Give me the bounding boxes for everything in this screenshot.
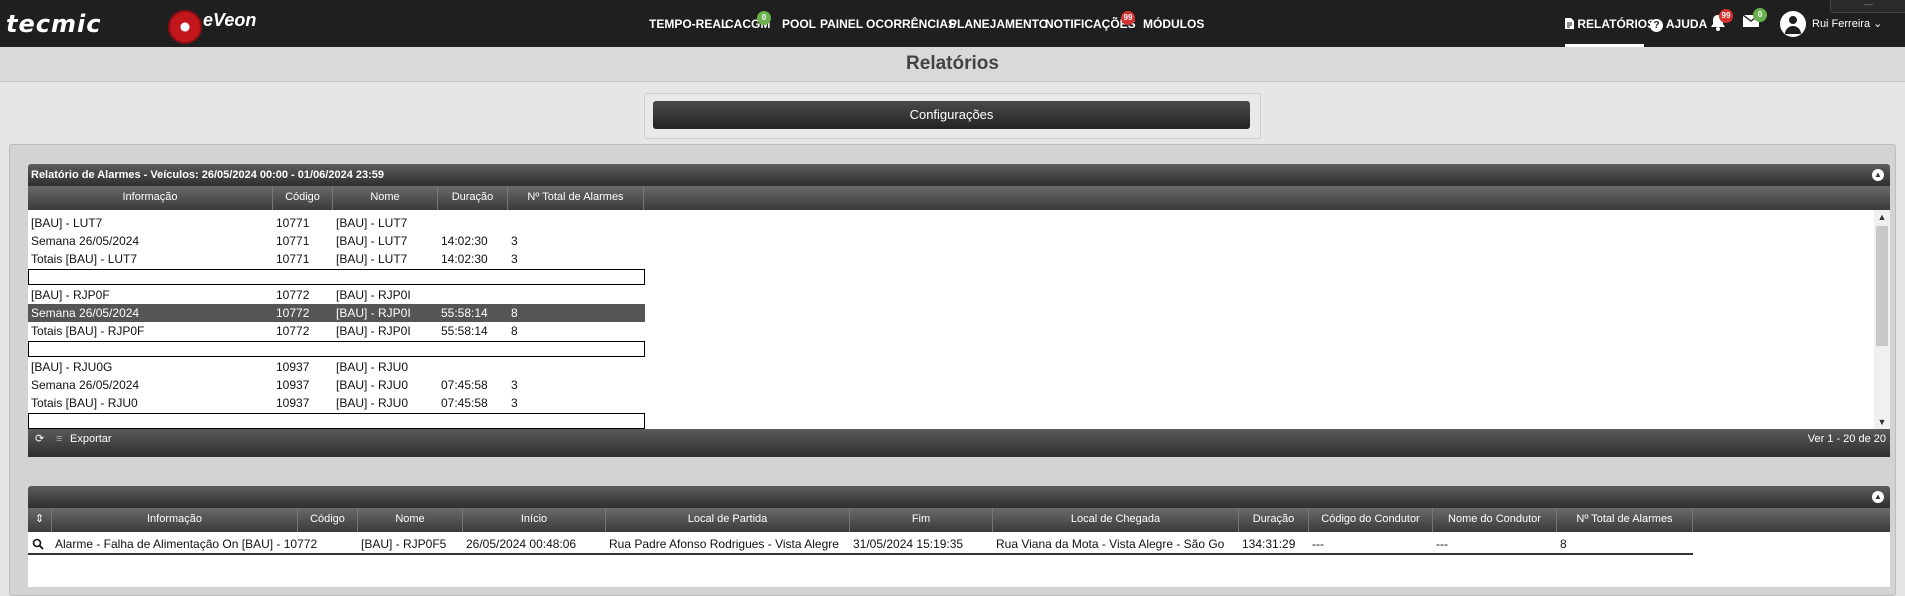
configuracoes-button[interactable]: Configurações — [653, 101, 1250, 129]
col-local-partida[interactable]: Local de Partida — [606, 508, 850, 532]
table-row[interactable]: Alarme - Falha de Alimentação On [BAU] -… — [28, 535, 1693, 555]
table-row[interactable]: Semana 26/05/2024 10937 [BAU] - RJU0 07:… — [28, 376, 645, 394]
nav-notificacoes[interactable]: NOTIFICAÇÕES 99 — [1045, 11, 1136, 31]
eveon-eye-logo-icon — [168, 10, 202, 44]
col-informacao[interactable]: Informação — [28, 186, 273, 210]
report-footer: ⟳ ≡ Exportar Ver 1 - 20 de 20 — [28, 429, 1890, 457]
notificacoes-badge: 99 — [1121, 11, 1135, 25]
detail-table-body: Alarme - Falha de Alimentação On [BAU] -… — [28, 532, 1890, 587]
col-fim[interactable]: Fim — [850, 508, 993, 532]
nav-tempo-real[interactable]: TEMPO-REAL — [649, 17, 728, 31]
nav-modulos[interactable]: MÓDULOS — [1143, 17, 1204, 31]
col-codigo[interactable]: Código — [273, 186, 333, 210]
col-nome-condutor[interactable]: Nome do Condutor — [1433, 508, 1557, 532]
scrollbar-thumb[interactable] — [1876, 226, 1888, 346]
report-table-body: [BAU] - LUT7 10771 [BAU] - LUT7 Semana 2… — [28, 210, 1890, 429]
table-row[interactable]: Totais [BAU] - RJP0F 10772 [BAU] - RJP0I… — [28, 322, 645, 340]
user-name: Rui Ferreira — [1812, 18, 1871, 30]
alarm-report-panel: Relatório de Alarmes - Veículos: 26/05/2… — [28, 164, 1890, 457]
col-inicio[interactable]: Início — [463, 508, 606, 532]
detail-header: ▲ — [28, 486, 1890, 508]
nav-relatorios[interactable]: RELATÓRIOS — [1565, 17, 1655, 31]
export-lines-icon: ≡ — [56, 433, 63, 445]
group-separator — [28, 341, 645, 357]
group-separator — [28, 269, 645, 285]
table-row-selected[interactable]: Semana 26/05/2024 10772 [BAU] - RJP0I 55… — [28, 304, 645, 322]
chevron-down-icon: ⌄ — [1873, 18, 1883, 30]
top-navigation-bar: tecmic eVeon TEMPO-REAL CACGM 0 POOL PAI… — [0, 0, 1905, 47]
nav-painel[interactable]: PAINEL — [820, 17, 863, 31]
nav-cacgm[interactable]: CACGM 0 — [725, 11, 771, 31]
notifications-bell-button[interactable]: 99 — [1710, 9, 1733, 34]
col-codigo[interactable]: Código — [298, 508, 358, 532]
table-row[interactable]: Totais [BAU] - LUT7 10771 [BAU] - LUT7 1… — [28, 250, 645, 268]
report-vertical-scrollbar[interactable]: ▲ ▼ — [1874, 210, 1890, 429]
report-title: Relatório de Alarmes - Veículos: 26/05/2… — [31, 169, 385, 181]
col-informacao[interactable]: Informação — [52, 508, 298, 532]
tecmic-logo[interactable]: tecmic — [6, 10, 101, 38]
config-container: Configurações — [644, 93, 1261, 139]
user-avatar[interactable] — [1780, 11, 1806, 37]
mail-badge: 0 — [1753, 8, 1767, 22]
top-panel-handle[interactable]: — — [1830, 0, 1905, 13]
report-column-headers: Informação Código Nome Duração Nº Total … — [28, 186, 1890, 210]
table-row[interactable]: Totais [BAU] - RJU0 10937 [BAU] - RJU0 0… — [28, 394, 645, 412]
messages-button[interactable]: 0 — [1742, 8, 1767, 30]
nav-planejamento[interactable]: PLANEJAMENTO — [949, 17, 1048, 31]
export-button[interactable]: Exportar — [70, 429, 112, 449]
col-nome[interactable]: Nome — [358, 508, 463, 532]
nav-pool[interactable]: POOL — [782, 17, 816, 31]
eveon-logo[interactable]: eVeon — [203, 10, 256, 31]
col-codigo-condutor[interactable]: Código do Condutor — [1309, 508, 1433, 532]
nav-relatorios-label: RELATÓRIOS — [1577, 17, 1656, 31]
scroll-up-icon[interactable]: ▲ — [1874, 212, 1890, 222]
page-title: Relatórios — [0, 47, 1905, 82]
table-row[interactable]: [BAU] - LUT7 10771 [BAU] - LUT7 — [28, 214, 645, 232]
refresh-icon[interactable]: ⟳ — [35, 429, 44, 449]
sort-icon[interactable]: ⇕ — [28, 508, 52, 532]
help-icon: ? — [1650, 19, 1663, 32]
col-duracao[interactable]: Duração — [438, 186, 508, 210]
nav-ajuda[interactable]: ? AJUDA — [1650, 17, 1707, 32]
table-row[interactable]: [BAU] - RJP0F 10772 [BAU] - RJP0I — [28, 286, 645, 304]
col-nome[interactable]: Nome — [333, 186, 438, 210]
collapse-report-icon[interactable]: ▲ — [1872, 169, 1884, 181]
nav-ocorrencias[interactable]: OCORRÊNCIAS — [866, 17, 956, 31]
scroll-down-icon[interactable]: ▼ — [1874, 417, 1890, 427]
col-duracao[interactable]: Duração — [1239, 508, 1309, 532]
pager-info: Ver 1 - 20 de 20 — [1807, 433, 1886, 445]
report-header: Relatório de Alarmes - Veículos: 26/05/2… — [28, 164, 1890, 186]
table-row[interactable]: Semana 26/05/2024 10771 [BAU] - LUT7 14:… — [28, 232, 645, 250]
col-total-alarmes[interactable]: Nº Total de Alarmes — [1557, 508, 1693, 532]
search-icon[interactable] — [32, 538, 44, 550]
group-separator — [28, 413, 645, 429]
alarm-detail-panel: ▲ ⇕ Informação Código Nome Início Local … — [28, 486, 1890, 587]
cacgm-badge: 0 — [757, 11, 771, 25]
bell-badge: 99 — [1719, 9, 1733, 23]
col-local-chegada[interactable]: Local de Chegada — [993, 508, 1239, 532]
detail-column-headers: ⇕ Informação Código Nome Início Local de… — [28, 508, 1890, 532]
nav-ajuda-label: AJUDA — [1665, 17, 1708, 31]
collapse-detail-icon[interactable]: ▲ — [1872, 491, 1884, 503]
report-file-icon — [1565, 18, 1574, 29]
table-row[interactable]: [BAU] - RJU0G 10937 [BAU] - RJU0 — [28, 358, 645, 376]
col-total-alarmes[interactable]: Nº Total de Alarmes — [508, 186, 644, 210]
user-menu[interactable]: Rui Ferreira ⌄ — [1812, 17, 1882, 30]
